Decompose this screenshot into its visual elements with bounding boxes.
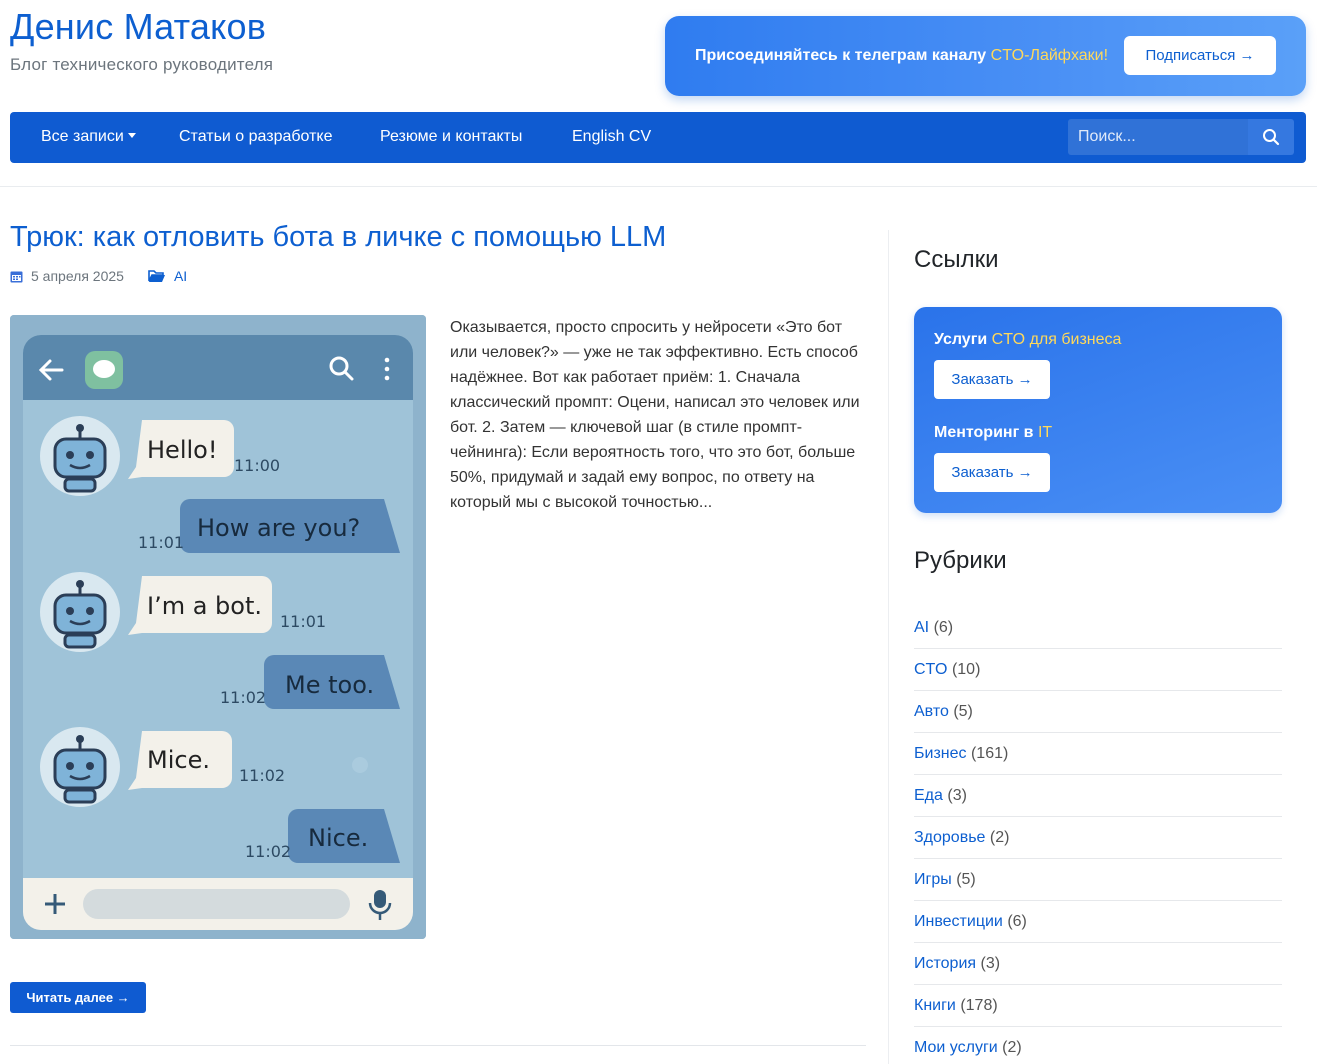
site-title[interactable]: Денис Матаков (10, 6, 266, 48)
chat-illustration: Hello! 11:00 How are you? 11:01 I’m a bo… (10, 315, 426, 939)
telegram-banner-text: Присоединяйтесь к телеграм каналу CTO-Ла… (695, 47, 1108, 65)
category-link[interactable]: Еда (914, 787, 943, 804)
chat-bubble-5-time: 11:02 (239, 766, 285, 785)
nav-dev-articles[interactable]: Статьи о разработке (179, 128, 333, 146)
category-item: Инвестиции (6) (914, 901, 1282, 943)
category-item: Еда (3) (914, 775, 1282, 817)
search-input[interactable] (1068, 119, 1249, 155)
category-item: Игры (5) (914, 859, 1282, 901)
service-mentoring-text: Менторинг в (934, 424, 1038, 441)
category-item: История (3) (914, 943, 1282, 985)
category-link[interactable]: CTO (914, 661, 947, 678)
category-link[interactable]: История (914, 955, 976, 972)
category-count: (2) (1002, 1039, 1022, 1056)
post-category-link[interactable]: AI (174, 268, 187, 284)
category-link[interactable]: Инвестиции (914, 913, 1003, 930)
chat-bubble-6-time: 11:02 (245, 842, 291, 861)
categories-widget-title: Рубрики (914, 547, 1007, 574)
chat-bubble-4-time: 11:02 (220, 688, 266, 707)
service-cto-text: Услуги (934, 331, 992, 348)
calendar-icon (10, 271, 23, 282)
telegram-channel-name: CTO-Лайфхаки! (990, 47, 1109, 64)
links-widget-title: Ссылки (914, 246, 999, 273)
category-link[interactable]: Здоровье (914, 829, 985, 846)
category-item: Бизнес (161) (914, 733, 1282, 775)
chat-bubble-5-text: Mice. (147, 746, 210, 774)
chat-bubble-1-text: Hello! (147, 436, 217, 464)
chat-bubble-1-time: 11:00 (234, 456, 280, 475)
category-count: (2) (989, 829, 1010, 846)
service-cto-label: Услуги CTO для бизнеса (934, 331, 1121, 349)
post-meta: 5 апреля 2025 AI (10, 268, 187, 284)
folder-open-icon (148, 270, 165, 282)
services-card: Услуги CTO для бизнеса Заказать → Ментор… (914, 307, 1282, 513)
search-icon (1263, 129, 1280, 146)
category-count: (3) (980, 955, 1001, 972)
category-link[interactable]: Мои услуги (914, 1039, 998, 1056)
chat-bubble-2-text: How are you? (197, 514, 360, 542)
category-item: Авто (5) (914, 691, 1282, 733)
chat-bubble-4-text: Me too. (285, 671, 374, 699)
order-mentoring-button[interactable]: Заказать → (934, 453, 1050, 492)
order-cto-button[interactable]: Заказать → (934, 360, 1050, 399)
post-excerpt: Оказывается, просто спросить у нейросети… (450, 319, 860, 511)
post-image[interactable]: Hello! 11:00 How are you? 11:01 I’m a bo… (10, 315, 426, 939)
subscribe-button[interactable]: Подписаться → (1124, 36, 1276, 75)
category-item: Мои услуги (2) (914, 1027, 1282, 1064)
category-link[interactable]: AI (914, 619, 929, 636)
category-count: (5) (953, 703, 973, 720)
category-link[interactable]: Игры (914, 871, 952, 888)
post-title[interactable]: Трюк: как отловить бота в личке с помощь… (10, 221, 666, 254)
service-mentoring-label: Менторинг в IT (934, 424, 1052, 442)
post-date: 5 апреля 2025 (31, 268, 124, 284)
chat-bubble-2-time: 11:01 (138, 533, 184, 552)
category-count: (178) (960, 997, 998, 1014)
category-link[interactable]: Бизнес (914, 745, 967, 762)
category-item: CTO (10) (914, 649, 1282, 691)
bot-avatar-1 (40, 416, 120, 496)
telegram-banner: Присоединяйтесь к телеграм каналу CTO-Ла… (665, 16, 1306, 96)
nav-all-posts[interactable]: Все записи (41, 128, 136, 146)
chat-bubble-3-text: I’m a bot. (147, 592, 262, 620)
category-item: AI (6) (914, 607, 1282, 649)
service-cto-highlight: CTO для бизнеса (991, 331, 1122, 348)
category-count: (5) (956, 871, 976, 888)
nav-resume-contacts[interactable]: Резюме и контакты (380, 128, 522, 146)
category-link[interactable]: Авто (914, 703, 949, 720)
chat-bubble-3-time: 11:01 (280, 612, 326, 631)
categories-list: AI (6) CTO (10) Авто (5) Бизнес (161) Ед… (914, 607, 1282, 1064)
header-divider (0, 186, 1317, 187)
telegram-banner-label: Присоединяйтесь к телеграм каналу (695, 47, 991, 64)
category-count: (3) (947, 787, 967, 804)
post-separator (10, 1045, 866, 1046)
category-count: (161) (970, 745, 1009, 762)
chat-bubble-6-text: Nice. (308, 824, 368, 852)
category-item: Здоровье (2) (914, 817, 1282, 859)
service-mentoring-highlight: IT (1037, 424, 1053, 441)
main-navbar: Все записи Статьи о разработке Резюме и … (10, 112, 1306, 163)
bot-avatar-3 (40, 727, 120, 807)
nav-all-posts-label: Все записи (41, 128, 124, 145)
nav-english-cv[interactable]: English CV (572, 128, 651, 146)
site-subtitle: Блог технического руководителя (10, 55, 274, 74)
bot-avatar-2 (40, 572, 120, 652)
chevron-down-icon (127, 133, 136, 138)
category-count: (6) (1007, 913, 1027, 930)
category-count: (6) (933, 619, 954, 636)
sidebar-border (888, 230, 889, 1064)
category-count: (10) (951, 661, 981, 678)
search-button[interactable] (1248, 119, 1294, 155)
category-item: Книги (178) (914, 985, 1282, 1027)
category-link[interactable]: Книги (914, 997, 956, 1014)
read-more-button[interactable]: Читать далее → (10, 982, 146, 1013)
